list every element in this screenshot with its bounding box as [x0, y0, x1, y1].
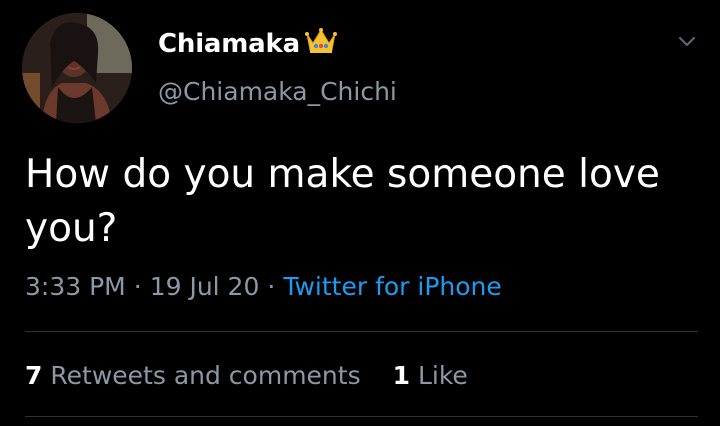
tweet-date[interactable]: 19 Jul 20 — [150, 272, 260, 301]
divider — [25, 331, 698, 332]
user-handle[interactable]: @Chiamaka_Chichi — [158, 77, 397, 106]
tweet-time[interactable]: 3:33 PM — [25, 272, 126, 301]
chevron-down-icon[interactable] — [676, 30, 698, 52]
avatar-photo — [22, 13, 132, 123]
likes-stat[interactable]: 1 Like — [393, 361, 468, 390]
divider — [25, 416, 698, 417]
tweet-metadata: 3:33 PM · 19 Jul 20 · Twitter for iPhone — [25, 272, 502, 301]
tweet-detail: Chiamaka @Chiamaka_Chichi How do you mak… — [0, 0, 720, 426]
likes-label: Like — [417, 361, 468, 390]
likes-count: 1 — [392, 361, 410, 390]
retweets-stat[interactable]: 7 Retweets and comments — [25, 361, 361, 390]
tweet-source-link[interactable]: Twitter for iPhone — [283, 272, 501, 301]
retweets-label: Retweets and comments — [50, 361, 361, 390]
crown-emoji-icon — [304, 26, 338, 56]
avatar[interactable] — [22, 13, 132, 123]
tweet-text: How do you make someone love you? — [25, 152, 660, 251]
display-name[interactable]: Chiamaka — [158, 29, 300, 59]
engagement-stats: 7 Retweets and comments 1 Like — [25, 361, 468, 390]
meta-separator: · — [267, 272, 276, 301]
meta-separator: · — [133, 272, 142, 301]
retweets-count: 7 — [25, 361, 43, 390]
author-name-row[interactable]: Chiamaka — [158, 26, 338, 62]
